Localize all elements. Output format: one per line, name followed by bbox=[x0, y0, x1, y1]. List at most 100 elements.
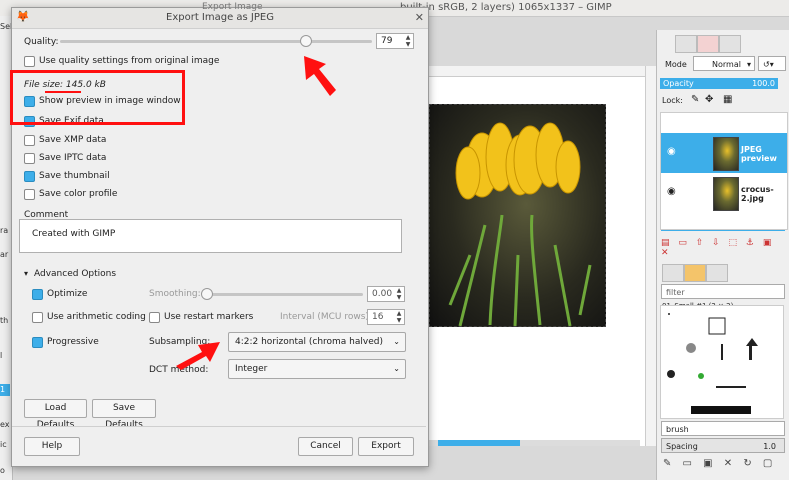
save-iptc-label: Save IPTC data bbox=[39, 153, 107, 163]
arithmetic-coding-label: Use arithmetic coding bbox=[47, 312, 146, 322]
strip-text: o bbox=[0, 466, 5, 475]
save-thumbnail-checkbox[interactable] bbox=[24, 171, 35, 182]
dct-method-dropdown[interactable]: Integer ⌄ bbox=[228, 359, 406, 379]
lock-position-icon[interactable]: ✥ bbox=[705, 94, 713, 105]
spacing-label: Spacing bbox=[666, 442, 698, 451]
spacing-slider[interactable]: Spacing 1.0 bbox=[661, 438, 785, 453]
dct-method-value: Integer bbox=[235, 364, 268, 374]
strip-highlight: 1 bbox=[0, 384, 10, 396]
smoothing-label: Smoothing: bbox=[149, 289, 201, 299]
subsampling-dropdown[interactable]: 4:2:2 horizontal (chroma halved) ⌄ bbox=[228, 332, 406, 352]
save-color-profile-label: Save color profile bbox=[39, 189, 118, 199]
spacing-value: 1.0 bbox=[763, 442, 776, 451]
optimize-checkbox[interactable] bbox=[32, 289, 43, 300]
load-defaults-button[interactable]: Load Defaults bbox=[24, 399, 87, 430]
quality-spinbox[interactable]: 79 ▲ ▼ bbox=[376, 33, 414, 49]
dialog-title: Export Image as JPEG bbox=[166, 12, 274, 23]
layer-thumbnail bbox=[713, 137, 739, 171]
use-quality-settings-checkbox[interactable] bbox=[24, 56, 35, 67]
brushes-tab[interactable] bbox=[662, 264, 684, 282]
brush-filter-text: filter bbox=[666, 288, 685, 297]
spin-arrows-icon[interactable]: ▲ ▼ bbox=[395, 287, 403, 301]
strip-text: ic bbox=[0, 440, 7, 449]
layer-row[interactable]: ◉ crocus-2.jpg bbox=[661, 173, 787, 213]
save-xmp-checkbox[interactable] bbox=[24, 135, 35, 146]
arithmetic-coding-checkbox[interactable] bbox=[32, 312, 43, 323]
mode-value: Normal bbox=[712, 60, 741, 69]
strip-text: ex bbox=[0, 420, 10, 429]
ruler-horizontal bbox=[425, 66, 650, 77]
save-defaults-button[interactable]: Save Defaults bbox=[92, 399, 156, 430]
patterns-tab[interactable] bbox=[684, 264, 706, 282]
comment-textarea[interactable]: Created with GIMP bbox=[19, 219, 402, 253]
smoothing-spinbox[interactable]: 0.00 ▲ ▼ bbox=[367, 286, 405, 302]
advanced-options-label[interactable]: Advanced Options bbox=[34, 269, 116, 279]
gradients-tab[interactable] bbox=[706, 264, 728, 282]
brush-filter-input[interactable]: filter bbox=[661, 284, 785, 299]
layer-thumbnail bbox=[713, 177, 739, 211]
annotation-arrow-up bbox=[304, 56, 336, 96]
spin-arrows-icon[interactable]: ▲ ▼ bbox=[404, 34, 412, 48]
brush-select-value: brush bbox=[666, 425, 689, 434]
eye-icon[interactable]: ◉ bbox=[667, 146, 676, 157]
strip-text: ra bbox=[0, 226, 9, 235]
export-button[interactable]: Export bbox=[358, 437, 414, 456]
layers-list[interactable]: ◉ JPEG preview ◉ crocus-2.jpg bbox=[660, 112, 788, 230]
paths-tab[interactable] bbox=[719, 35, 741, 53]
layer-row[interactable]: ◉ JPEG preview bbox=[661, 133, 787, 173]
save-iptc-checkbox[interactable] bbox=[24, 153, 35, 164]
save-thumbnail-label: Save thumbnail bbox=[39, 171, 110, 181]
mode-select[interactable]: Normal ▾ bbox=[693, 56, 755, 71]
channels-tab[interactable] bbox=[697, 35, 719, 53]
lock-alpha-icon[interactable]: ▦ bbox=[723, 94, 732, 105]
brush-actions[interactable]: ✎ ▭ ▣ ✕ ↻ ▢ bbox=[663, 458, 776, 469]
layers-tab[interactable] bbox=[675, 35, 697, 53]
progressive-checkbox[interactable] bbox=[32, 337, 43, 348]
quality-slider-track[interactable] bbox=[60, 40, 372, 43]
mode-switch[interactable]: ↺▾ bbox=[758, 56, 786, 71]
layer-name: JPEG preview bbox=[741, 145, 777, 163]
cancel-button[interactable]: Cancel bbox=[298, 437, 353, 456]
gimp-window-title: built-in sRGB, 2 layers) 1065x1337 – GIM… bbox=[400, 2, 612, 13]
opacity-label: Opacity bbox=[663, 79, 694, 88]
interval-value: 16 bbox=[372, 312, 384, 322]
help-button[interactable]: Help bbox=[24, 437, 80, 456]
restart-markers-checkbox[interactable] bbox=[149, 312, 160, 323]
opacity-slider[interactable]: Opacity 100.0 bbox=[660, 78, 778, 89]
quality-value: 79 bbox=[381, 36, 393, 46]
smoothing-slider-handle[interactable] bbox=[201, 288, 213, 300]
behind-dialog-title: Export Image bbox=[202, 2, 263, 12]
annotation-box bbox=[10, 70, 185, 125]
progressive-label: Progressive bbox=[47, 337, 99, 347]
layer-name: crocus-2.jpg bbox=[741, 185, 774, 203]
optimize-label: Optimize bbox=[47, 289, 88, 299]
brush-previews bbox=[667, 313, 758, 414]
chevron-down-icon: ⌄ bbox=[393, 364, 400, 373]
spin-arrows-icon[interactable]: ▲ ▼ bbox=[395, 310, 403, 324]
lock-label: Lock: bbox=[662, 96, 683, 105]
close-icon[interactable]: ✕ bbox=[415, 11, 424, 24]
strip-text: l bbox=[0, 351, 3, 360]
save-color-profile-checkbox[interactable] bbox=[24, 189, 35, 200]
comment-text: Created with GIMP bbox=[32, 229, 116, 239]
ruler-vertical bbox=[645, 66, 656, 446]
subsampling-value: 4:2:2 horizontal (chroma halved) bbox=[235, 337, 383, 347]
save-xmp-label: Save XMP data bbox=[39, 135, 107, 145]
chevron-down-icon[interactable]: ▾ bbox=[24, 269, 28, 278]
layer-actions[interactable]: ▤ ▭ ⇧ ⇩ ⬚ ⚓ ▣ ✕ bbox=[661, 238, 789, 258]
crocus-photo[interactable] bbox=[429, 104, 606, 327]
canvas-scrollbar-thumb[interactable] bbox=[438, 440, 520, 446]
chevron-down-icon: ▾ bbox=[746, 60, 751, 69]
interval-label: Interval (MCU rows): bbox=[280, 312, 372, 322]
divider bbox=[12, 426, 426, 427]
chevron-down-icon: ⌄ bbox=[393, 337, 400, 346]
lock-pixels-icon[interactable]: ✎ bbox=[691, 94, 699, 105]
brush-tag-select[interactable]: brush bbox=[661, 421, 785, 436]
smoothing-slider-track[interactable] bbox=[201, 293, 363, 296]
crocus-image bbox=[448, 122, 592, 326]
strip-text: th bbox=[0, 316, 9, 325]
eye-icon[interactable]: ◉ bbox=[667, 186, 676, 197]
interval-spinbox[interactable]: 16 ▲ ▼ bbox=[367, 309, 405, 325]
mode-label: Mode bbox=[665, 60, 687, 69]
brush-grid[interactable] bbox=[660, 305, 784, 419]
